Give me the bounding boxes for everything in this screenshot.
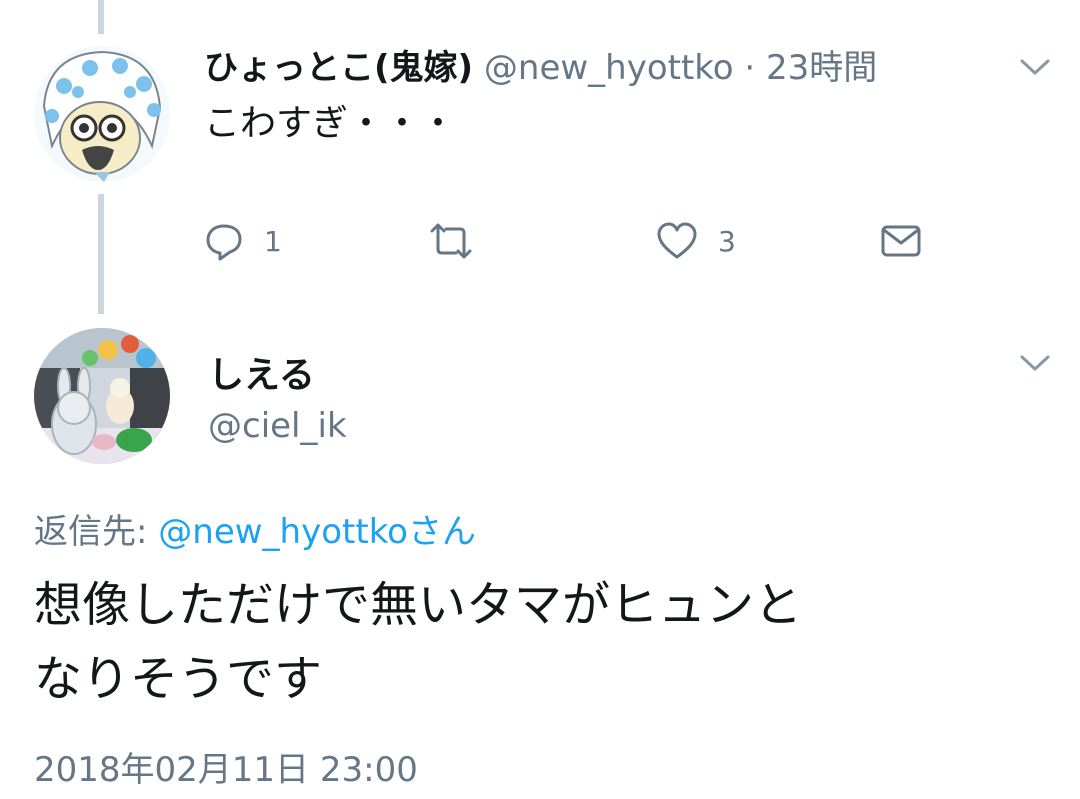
- reply-button[interactable]: 1: [204, 218, 282, 264]
- tweet-header: ひょっとこ(鬼嫁) @new_hyottko · 23時間: [204, 40, 877, 89]
- tweet-text-line-1: 想像しただけで無いタマがヒュンと: [34, 577, 803, 633]
- retweet-button[interactable]: [426, 218, 476, 264]
- chevron-down-icon[interactable]: [1018, 352, 1052, 374]
- tweet-text: こわすぎ・・・: [204, 103, 457, 144]
- user-handle[interactable]: @new_hyottko: [484, 48, 734, 88]
- heart-icon: [657, 222, 697, 259]
- like-button[interactable]: 3: [656, 218, 736, 264]
- replying-to-link[interactable]: @new_hyottkoさん: [158, 512, 476, 552]
- avatar-hyottko-image: [34, 46, 170, 182]
- direct-message-button[interactable]: [880, 218, 922, 264]
- avatar[interactable]: [34, 46, 170, 182]
- user-handle[interactable]: @ciel_ik: [208, 406, 347, 446]
- like-count: 3: [718, 224, 736, 258]
- header-separator: ·: [744, 48, 756, 88]
- thread-line-bottom: [98, 194, 104, 314]
- reply-icon: [206, 224, 242, 261]
- chevron-down-icon[interactable]: [1018, 56, 1052, 78]
- tweet-text: 想像しただけで無いタマがヒュンと なりそうです: [34, 568, 802, 716]
- retweet-icon: [430, 223, 472, 259]
- display-name[interactable]: しえる: [208, 346, 315, 398]
- reply-count: 1: [264, 224, 282, 258]
- replying-to: 返信先: @new_hyottkoさん: [34, 504, 476, 553]
- tweet-timestamp[interactable]: 2018年02月11日 23:00: [34, 742, 418, 791]
- avatar[interactable]: [34, 328, 170, 464]
- envelope-icon: [881, 225, 921, 257]
- avatar-ciel-image: [34, 328, 170, 464]
- display-name[interactable]: ひょっとこ(鬼嫁): [204, 48, 473, 88]
- replying-to-label: 返信先:: [34, 512, 148, 552]
- tweet-text-line-2: なりそうです: [34, 651, 323, 707]
- thread-line-top: [98, 0, 104, 34]
- tweet-time[interactable]: 23時間: [766, 48, 877, 88]
